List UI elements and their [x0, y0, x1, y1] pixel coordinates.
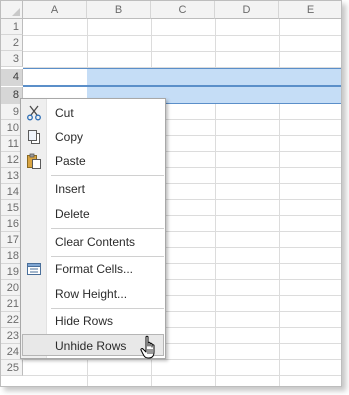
menu-separator — [51, 256, 164, 257]
context-menu: Cut Copy Paste Insert Delete Clear Conte… — [20, 98, 166, 359]
menu-item-paste[interactable]: Paste — [22, 150, 164, 172]
menu-item-row-height[interactable]: Row Height... — [22, 283, 164, 305]
gridline — [23, 35, 341, 36]
row-header[interactable]: 1 — [1, 19, 23, 35]
hand-cursor-icon — [140, 335, 160, 361]
copy-icon — [26, 129, 42, 145]
row-header[interactable]: 2 — [1, 35, 23, 51]
menu-item-format-cells[interactable]: Format Cells... — [22, 258, 164, 280]
menu-item-label: Delete — [55, 207, 90, 221]
column-header-a[interactable]: A — [23, 1, 87, 19]
menu-item-label: Cut — [55, 106, 74, 120]
column-header-c[interactable]: C — [151, 1, 215, 19]
menu-item-hide-rows[interactable]: Hide Rows — [22, 310, 164, 332]
row-header[interactable]: 25 — [1, 360, 23, 376]
column-header-e[interactable]: E — [279, 1, 341, 19]
menu-item-label: Unhide Rows — [55, 339, 127, 353]
menu-item-label: Copy — [55, 130, 84, 144]
column-header-d[interactable]: D — [215, 1, 279, 19]
gridline — [23, 51, 341, 52]
menu-item-copy[interactable]: Copy — [22, 126, 164, 148]
menu-separator — [51, 175, 164, 176]
menu-item-label: Format Cells... — [55, 262, 134, 276]
menu-item-delete[interactable]: Delete — [22, 203, 164, 225]
spreadsheet-view: A B C D E 1 2 3 4 8 9 10 11 12 13 14 15 … — [0, 0, 342, 387]
menu-item-label: Clear Contents — [55, 235, 136, 249]
scissors-icon — [26, 105, 42, 121]
menu-item-label: Insert — [55, 182, 86, 196]
menu-item-clear-contents[interactable]: Clear Contents — [22, 231, 164, 253]
menu-item-insert[interactable]: Insert — [22, 178, 164, 200]
hidden-rows-indicator — [23, 85, 341, 87]
selection-border — [23, 68, 341, 69]
gridline — [23, 359, 341, 360]
format-cells-icon — [26, 261, 42, 277]
gridline — [23, 375, 341, 376]
row-header-selected[interactable]: 4 — [1, 69, 23, 86]
select-all-corner[interactable] — [1, 1, 23, 19]
row-header[interactable]: 3 — [1, 51, 23, 67]
menu-separator — [51, 228, 164, 229]
menu-item-cut[interactable]: Cut — [22, 102, 164, 124]
menu-item-label: Paste — [55, 154, 86, 168]
menu-item-label: Row Height... — [55, 287, 128, 301]
menu-item-label: Hide Rows — [55, 314, 114, 328]
select-all-triangle-icon — [12, 8, 20, 16]
column-header-b[interactable]: B — [87, 1, 151, 19]
menu-separator — [51, 308, 164, 309]
paste-icon — [26, 153, 42, 169]
